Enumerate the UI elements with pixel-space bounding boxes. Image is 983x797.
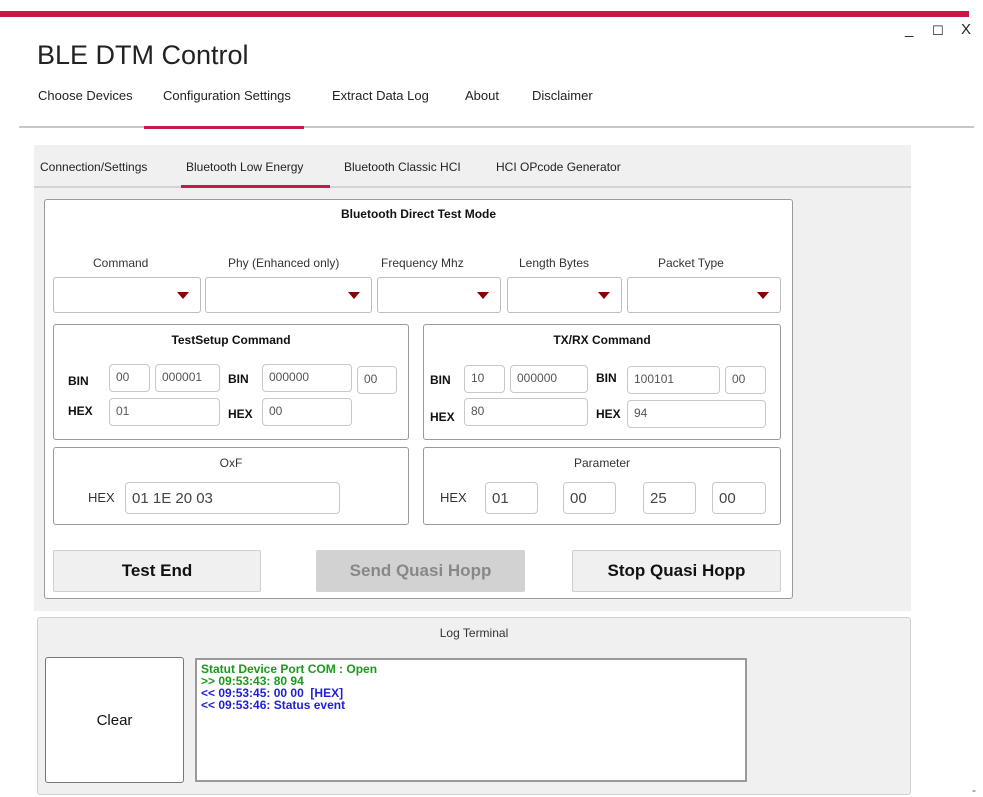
parameter-field-4[interactable]: 00 xyxy=(712,482,766,514)
nav-choose-devices[interactable]: Choose Devices xyxy=(38,88,133,103)
test-end-button[interactable]: Test End xyxy=(53,550,261,592)
oxf-title: OxF xyxy=(219,456,243,470)
txrx-title: TX/RX Command xyxy=(553,333,651,347)
send-quasi-hopp-button[interactable]: Send Quasi Hopp xyxy=(316,550,525,592)
dtm-title: Bluetooth Direct Test Mode xyxy=(340,207,497,221)
txrx-hex-label: HEX xyxy=(430,410,455,424)
chevron-down-icon xyxy=(477,292,489,299)
log-output[interactable]: Statut Device Port COM : Open >> 09:53:4… xyxy=(195,658,747,782)
tab-bluetooth-low-energy[interactable]: Bluetooth Low Energy xyxy=(186,160,303,174)
frequency-select[interactable] xyxy=(377,277,501,313)
testsetup-hex2-field[interactable]: 00 xyxy=(262,398,352,426)
oxf-hex-label: HEX xyxy=(88,490,115,505)
command-label: Command xyxy=(93,256,149,270)
close-icon[interactable]: X xyxy=(961,22,971,38)
log-terminal-title: Log Terminal xyxy=(439,626,509,640)
txrx-hex1-field[interactable]: 80 xyxy=(464,398,588,426)
nav-configuration-settings[interactable]: Configuration Settings xyxy=(163,88,291,103)
nav-about[interactable]: About xyxy=(465,88,499,103)
app-title: BLE DTM Control xyxy=(37,40,249,70)
nav-active-indicator xyxy=(144,126,304,129)
oxf-hex-field[interactable]: 01 1E 20 03 xyxy=(125,482,340,514)
frequency-label: Frequency Mhz xyxy=(381,256,464,270)
edge-dash: - xyxy=(972,783,976,797)
sub-tab-strip xyxy=(34,145,911,186)
nav-extract-data-log[interactable]: Extract Data Log xyxy=(332,88,429,103)
testsetup-bin2-label: BIN xyxy=(228,372,249,386)
phy-select[interactable] xyxy=(205,277,372,313)
testsetup-title: TestSetup Command xyxy=(171,333,291,347)
testsetup-hex1-field[interactable]: 01 xyxy=(109,398,220,426)
parameter-field-1[interactable]: 01 xyxy=(485,482,538,514)
title-accent-bar xyxy=(0,11,969,17)
length-bytes-select[interactable] xyxy=(507,277,622,313)
txrx-bin1a-field[interactable]: 10 xyxy=(464,365,505,393)
tab-active-indicator xyxy=(181,185,330,188)
txrx-hex2-field[interactable]: 94 xyxy=(627,400,766,428)
chevron-down-icon xyxy=(177,292,189,299)
log-line: << 09:53:46: Status event xyxy=(201,698,346,712)
txrx-bin1b-field[interactable]: 000000 xyxy=(510,365,588,393)
tab-hci-opcode-generator[interactable]: HCI OPcode Generator xyxy=(496,160,621,174)
packet-type-label: Packet Type xyxy=(658,256,724,270)
testsetup-hex-label: HEX xyxy=(68,404,93,418)
txrx-hex2-label: HEX xyxy=(596,407,621,421)
stop-quasi-hopp-button[interactable]: Stop Quasi Hopp xyxy=(572,550,781,592)
parameter-title: Parameter xyxy=(573,456,631,470)
testsetup-bin1b-field[interactable]: 000001 xyxy=(155,364,220,392)
parameter-field-3[interactable]: 25 xyxy=(643,482,696,514)
txrx-bin2b-field[interactable]: 00 xyxy=(725,366,766,394)
chevron-down-icon xyxy=(348,292,360,299)
nav-disclaimer[interactable]: Disclaimer xyxy=(532,88,593,103)
chevron-down-icon xyxy=(598,292,610,299)
minimize-icon[interactable]: _ xyxy=(905,22,913,38)
parameter-field-2[interactable]: 00 xyxy=(563,482,616,514)
txrx-bin2-label: BIN xyxy=(596,371,617,385)
command-select[interactable] xyxy=(53,277,201,313)
parameter-hex-label: HEX xyxy=(440,490,467,505)
chevron-down-icon xyxy=(757,292,769,299)
testsetup-bin2a-field[interactable]: 000000 xyxy=(262,364,352,392)
testsetup-bin-label: BIN xyxy=(68,374,89,388)
clear-button[interactable]: Clear xyxy=(45,657,184,783)
length-bytes-label: Length Bytes xyxy=(519,256,590,270)
testsetup-bin2b-field[interactable]: 00 xyxy=(357,366,397,394)
maximize-icon[interactable]: ☐ xyxy=(932,23,944,39)
txrx-bin2a-field[interactable]: 100101 xyxy=(627,366,720,394)
phy-label: Phy (Enhanced only) xyxy=(228,256,340,270)
testsetup-bin1a-field[interactable]: 00 xyxy=(109,364,150,392)
packet-type-select[interactable] xyxy=(627,277,781,313)
tab-connection-settings[interactable]: Connection/Settings xyxy=(40,160,147,174)
testsetup-hex2-label: HEX xyxy=(228,407,253,421)
txrx-bin-label: BIN xyxy=(430,373,451,387)
tab-bluetooth-classic-hci[interactable]: Bluetooth Classic HCI xyxy=(344,160,461,174)
